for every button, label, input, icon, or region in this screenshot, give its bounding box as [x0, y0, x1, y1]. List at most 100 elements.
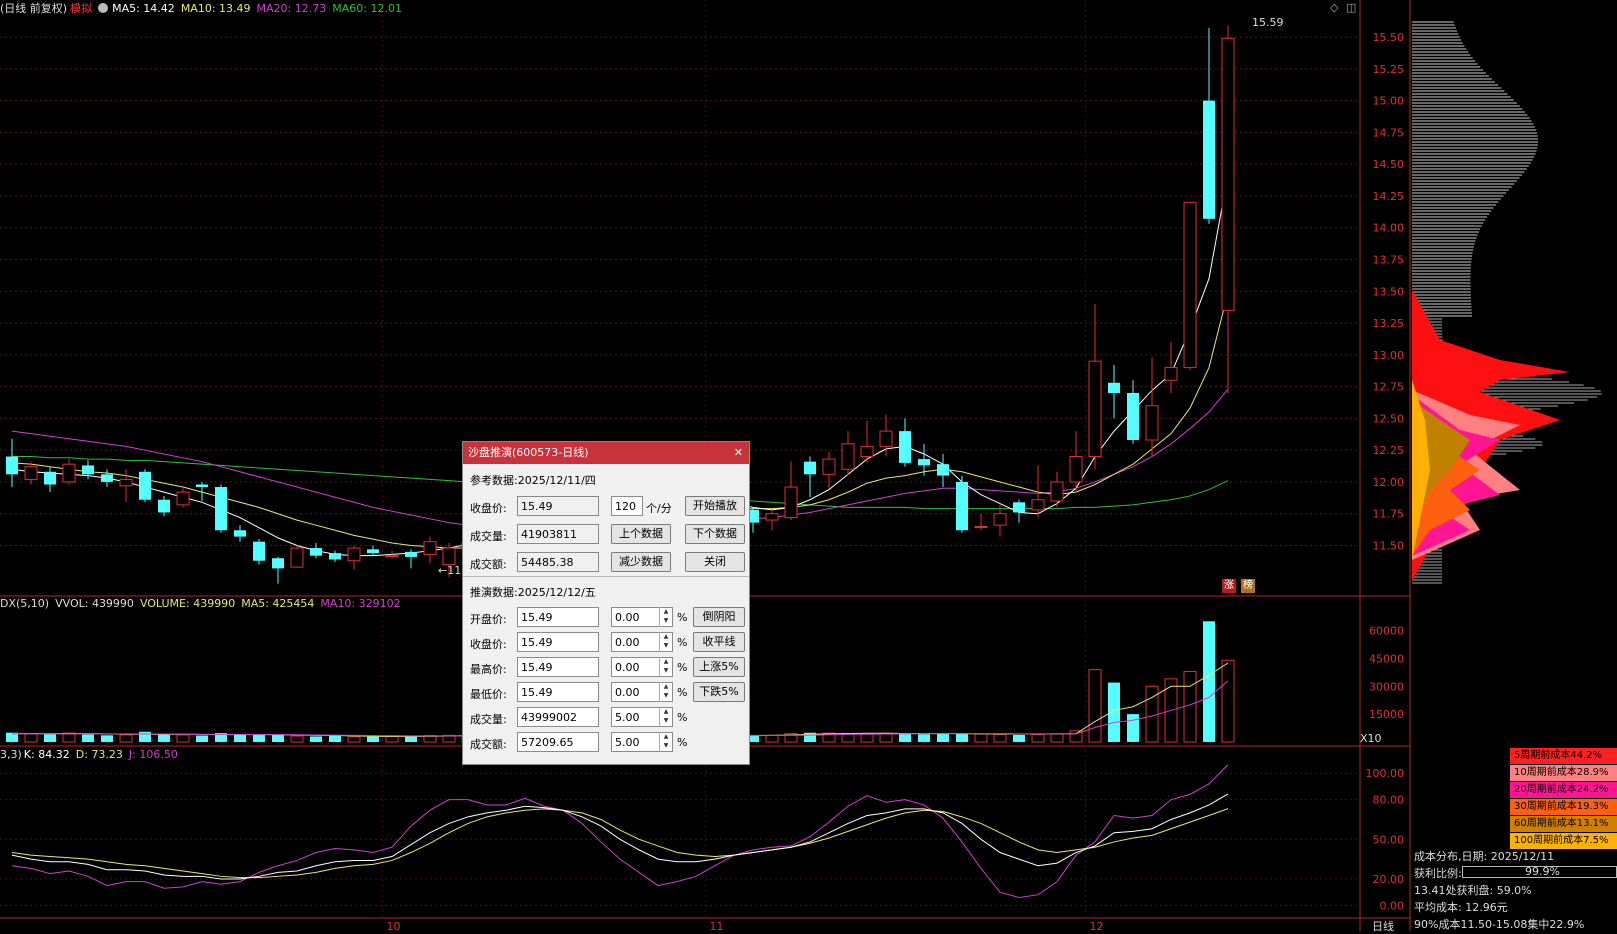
flat-close-button[interactable]: 收平线 — [693, 632, 745, 652]
price-axis-label: 13.25 — [1373, 317, 1405, 330]
start-play-button[interactable]: 开始播放 — [685, 496, 745, 516]
limit-up-badge[interactable]: 涨 — [1222, 579, 1236, 593]
speed-field[interactable]: 120 — [611, 496, 643, 516]
profit-at-price: 13.41处获利盘: 59.0% — [1414, 884, 1532, 897]
sim-open-stepper[interactable]: ▲ ▼ — [659, 607, 672, 627]
ref-volume-label: 成交量: — [470, 530, 507, 543]
pct-sign: % — [677, 686, 688, 699]
volume-bar-down — [1108, 682, 1120, 742]
candle-body-down — [82, 465, 94, 475]
close-button[interactable]: 关闭 — [685, 552, 745, 572]
sim-low-field[interactable]: 15.49 — [517, 682, 599, 702]
candle-body-up — [1145, 405, 1159, 441]
volume-bar-up — [974, 733, 988, 743]
volume-bar-up — [765, 734, 779, 743]
dialog-close-icon[interactable]: ✕ — [734, 442, 743, 464]
average-cost: 平均成本: 12.96元 — [1414, 901, 1508, 914]
candle-body-down — [310, 548, 322, 556]
kdj-j-line — [11, 764, 1229, 898]
candle-body-down — [215, 487, 227, 531]
sim-high-stepper[interactable]: ▲ ▼ — [659, 657, 672, 677]
candle-body-down — [253, 541, 265, 561]
sandbox-simulation-dialog: 沙盘推演(600573-日线) ✕ 参考数据:2025/12/11/四 收盘价:… — [462, 441, 750, 765]
cost-legend-row: 100周期前成本7.5% — [1510, 833, 1617, 849]
candle-body-up — [24, 466, 38, 480]
sim-high-field[interactable]: 15.49 — [517, 657, 599, 677]
reverse-candle-button[interactable]: 倒阴阳 — [693, 607, 745, 627]
candle-body-up — [993, 513, 1007, 526]
sim-amount-field[interactable]: 57209.65 — [517, 732, 599, 752]
sim-volume-field[interactable]: 43999002 — [517, 707, 599, 727]
kline-chart-canvas[interactable]: 15.50 15.25 15.00 14.75 14.50 14.25 14.00 13.75… — [0, 0, 1617, 931]
sim-close-stepper[interactable]: ▲ ▼ — [659, 632, 672, 652]
window-toggle-icon[interactable]: ◫ — [1346, 1, 1356, 14]
sim-low-stepper[interactable]: ▲ ▼ — [659, 682, 672, 702]
candle-body-down — [101, 474, 113, 482]
kdj-axis-label: 20.00 — [1373, 873, 1405, 886]
up-5pct-button[interactable]: 上涨5% — [693, 657, 745, 677]
price-axis-label: 15.25 — [1373, 63, 1405, 76]
candle-body-up — [176, 491, 190, 506]
candle-body-up — [1069, 456, 1083, 483]
ref-volume-field[interactable]: 41903811 — [517, 524, 599, 544]
pct-sign: % — [677, 611, 688, 624]
pct-sign: % — [677, 736, 688, 749]
volume-bar-down — [1127, 714, 1139, 742]
volume-bar-up — [347, 736, 361, 743]
reduce-data-button[interactable]: 减少数据 — [611, 552, 671, 572]
candle-body-down — [6, 456, 18, 475]
settings-gear-icon[interactable] — [98, 3, 109, 13]
next-data-button[interactable]: 下个数据 — [685, 524, 745, 544]
volume-header: DX(5,10) VVOL: 439990 VOLUME: 439990 MA5: 4… — [0, 597, 407, 610]
prev-data-button[interactable]: 上个数据 — [611, 524, 671, 544]
volume-label: VOLUME: 439990 — [139, 597, 236, 610]
kdj-indicator-name: 3,3) — [0, 748, 22, 761]
ranking-badge[interactable]: 榜 — [1241, 579, 1255, 593]
sim-volume-stepper[interactable]: ▲ ▼ — [659, 707, 672, 727]
volume-bar-up — [1221, 659, 1235, 743]
volume-bar-down — [310, 736, 322, 742]
ref-amount-field[interactable]: 54485.38 — [517, 552, 599, 572]
candle-body-down — [158, 499, 170, 513]
candle-body-up — [1183, 201, 1197, 369]
candle-body-up — [974, 525, 988, 528]
price-axis-label: 15.50 — [1373, 31, 1405, 44]
candle-body-down — [1013, 502, 1025, 513]
pct-sign: % — [677, 711, 688, 724]
candle-body-up — [442, 547, 456, 566]
candle-body-up — [1088, 360, 1102, 458]
pct-sign: % — [677, 636, 688, 649]
diamond-icon[interactable]: ◇ — [1330, 1, 1338, 14]
simulation-mode-label[interactable]: 模拟 — [70, 2, 92, 15]
volume-bar-down — [1203, 621, 1215, 742]
ma5-label: MA5: 14.42 — [112, 2, 175, 15]
kdj-axis-label: 0.00 — [1380, 899, 1405, 912]
volume-indicator-name: DX(5,10) — [0, 597, 50, 610]
volume-axis-label: 60000 — [1369, 625, 1404, 638]
dialog-titlebar[interactable]: 沙盘推演(600573-日线) ✕ — [463, 442, 749, 464]
price-axis-label: 15.00 — [1373, 95, 1405, 108]
profit-ratio-bar: 99.9% — [1462, 865, 1617, 878]
period-label[interactable]: 日线 — [1372, 918, 1394, 934]
candle-body-down — [937, 464, 949, 476]
volume-bar-up — [993, 733, 1007, 743]
ref-close-field[interactable]: 15.49 — [517, 496, 599, 516]
month-label: 12 — [1090, 920, 1104, 931]
candle-body-up — [290, 547, 304, 568]
cost-distribution-profile — [1412, 21, 1602, 584]
high-price-marker: 15.59 — [1252, 16, 1284, 29]
candle-body-down — [1127, 392, 1139, 441]
sim-open-field[interactable]: 15.49 — [517, 607, 599, 627]
low-price-marker: ←11 — [438, 564, 462, 577]
sim-amount-stepper[interactable]: ▲ ▼ — [659, 732, 672, 752]
cost-concentration: 90%成本11.50-15.08集中22.9% — [1414, 918, 1585, 931]
volume-bar-up — [119, 734, 133, 743]
volume-bar-up — [879, 732, 893, 743]
candle-body-down — [1108, 382, 1120, 393]
candle-body-up — [1221, 37, 1235, 311]
vol-ma10-label: MA10: 329102 — [320, 597, 401, 610]
sim-open-label: 开盘价: — [470, 613, 507, 626]
down-5pct-button[interactable]: 下跌5% — [693, 682, 745, 702]
sim-close-field[interactable]: 15.49 — [517, 632, 599, 652]
candle-body-up — [822, 458, 836, 475]
